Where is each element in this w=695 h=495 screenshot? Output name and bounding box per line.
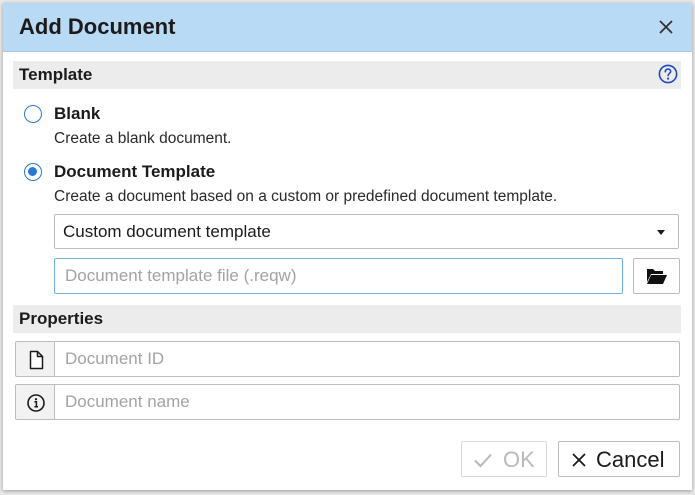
- document-name-addon: [15, 384, 55, 420]
- document-name-input[interactable]: [54, 384, 680, 420]
- info-icon: [27, 394, 45, 412]
- close-icon: [659, 20, 673, 34]
- template-type-value: Custom document template: [63, 222, 271, 241]
- caret-down-icon: [657, 230, 665, 235]
- ok-button-label: OK: [503, 447, 535, 472]
- file-icon: [29, 350, 44, 370]
- document-template-option-description: Create a document based on a custom or p…: [54, 188, 558, 205]
- template-type-select[interactable]: Custom document template: [54, 214, 679, 249]
- document-template-option-label: Document Template: [54, 162, 216, 181]
- template-section-label: Template: [19, 65, 93, 84]
- properties-section-label: Properties: [19, 309, 104, 328]
- blank-radio[interactable]: [24, 105, 42, 123]
- help-button[interactable]: [657, 63, 679, 85]
- close-button[interactable]: [654, 15, 678, 39]
- dialog-title: Add Document: [19, 14, 176, 39]
- dialog-titlebar: Add Document: [3, 3, 692, 52]
- blank-option-description: Create a blank document.: [54, 130, 232, 147]
- template-section-header: Template: [13, 61, 681, 89]
- cancel-button-label: Cancel: [596, 447, 665, 472]
- check-icon: [474, 453, 492, 468]
- add-document-dialog: Add Document Template Blank Create a bla…: [3, 3, 692, 490]
- x-icon: [572, 453, 586, 467]
- document-template-radio[interactable]: [24, 163, 42, 181]
- template-file-input[interactable]: [54, 258, 623, 294]
- browse-button[interactable]: [633, 258, 680, 294]
- blank-option-label: Blank: [54, 104, 101, 123]
- ok-button[interactable]: OK: [461, 441, 547, 477]
- cancel-button[interactable]: Cancel: [558, 441, 680, 477]
- document-id-addon: [15, 341, 55, 377]
- document-id-input[interactable]: [54, 341, 680, 377]
- folder-open-icon: [647, 269, 667, 284]
- help-circle-icon: [658, 64, 678, 84]
- properties-section-header: Properties: [13, 305, 681, 333]
